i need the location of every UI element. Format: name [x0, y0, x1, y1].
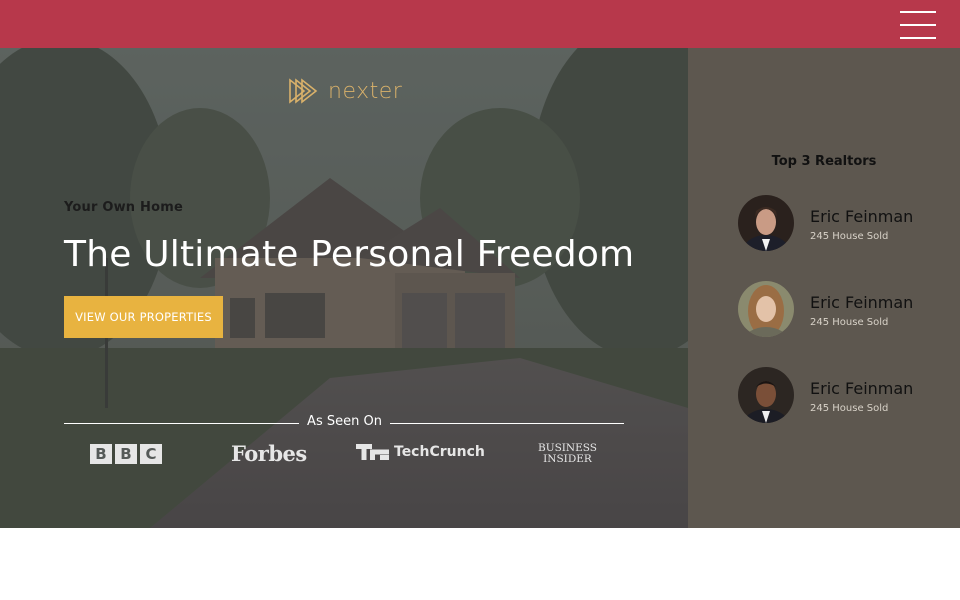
as-seen-on-label: As Seen On [307, 414, 382, 429]
realtor-card[interactable]: Eric Feinman 245 House Sold [738, 281, 938, 339]
business-insider-logo: BUSINESS INSIDER [538, 443, 597, 465]
realtor-avatar [738, 367, 794, 423]
realtor-avatar [738, 281, 794, 337]
hero-eyebrow: Your Own Home [64, 200, 183, 215]
top-realtors-sidebar: Top 3 Realtors Eric Feinman 245 House So… [688, 48, 960, 528]
menu-line [900, 11, 936, 13]
techcrunch-wordmark: TechCrunch [394, 444, 485, 460]
view-properties-button[interactable]: VIEW OUR PROPERTIES [64, 296, 223, 338]
divider-line-right [390, 423, 624, 424]
bbc-letter: B [90, 444, 112, 464]
avatar-photo [738, 367, 794, 423]
techcrunch-mark-icon [356, 444, 389, 460]
realtor-sold-count: 245 House Sold [810, 231, 889, 242]
realtor-name: Eric Feinman [810, 207, 914, 226]
logo-text: nexter [328, 78, 403, 104]
hamburger-menu-icon[interactable] [900, 10, 936, 40]
forbes-logo: Forbes [231, 441, 307, 466]
bbc-letter: C [140, 444, 162, 464]
realtor-name: Eric Feinman [810, 293, 914, 312]
realtor-name: Eric Feinman [810, 379, 914, 398]
nexter-logo[interactable]: nexter [288, 78, 402, 104]
hero-headline: The Ultimate Personal Freedom [64, 234, 635, 275]
bbc-letter: B [115, 444, 137, 464]
play-arrows-logo-icon [289, 78, 318, 104]
top-navigation-bar [0, 0, 960, 48]
hero-section: nexter Your Own Home The Ultimate Person… [0, 48, 688, 528]
sidebar-title: Top 3 Realtors [771, 154, 877, 169]
page-content-area [0, 528, 960, 600]
techcrunch-logo: TechCrunch [356, 444, 485, 460]
as-seen-on-divider: As Seen On [64, 412, 624, 434]
realtor-sold-count: 245 House Sold [810, 403, 889, 414]
business-insider-line2: INSIDER [543, 453, 592, 465]
menu-line [900, 24, 936, 26]
bbc-logo: B B C [90, 444, 162, 464]
realtor-sold-count: 245 House Sold [810, 317, 889, 328]
realtor-card[interactable]: Eric Feinman 245 House Sold [738, 195, 938, 253]
divider-line-left [64, 423, 299, 424]
menu-line [900, 37, 936, 39]
avatar-photo [738, 195, 794, 251]
avatar-photo [738, 281, 794, 337]
realtor-card[interactable]: Eric Feinman 245 House Sold [738, 367, 938, 425]
realtor-avatar [738, 195, 794, 251]
